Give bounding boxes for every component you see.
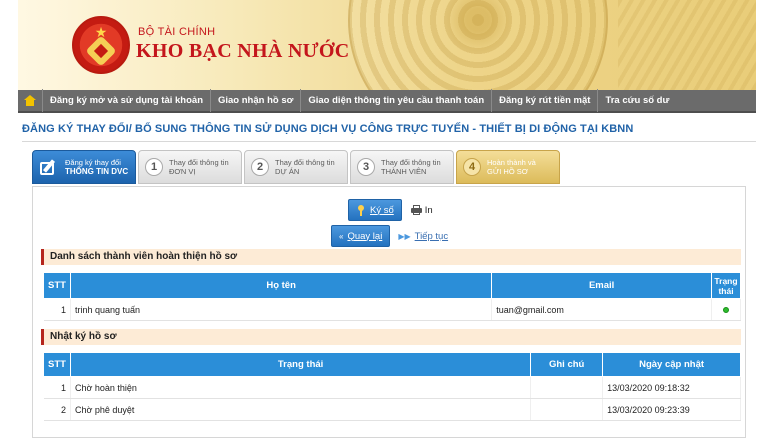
cell-status (711, 298, 741, 321)
main-nav: Đăng ký mở và sử dụng tài khoản Giao nhậ… (18, 89, 756, 113)
step-member-info[interactable]: 3 Thay đổi thông tin THÀNH VIÊN (350, 150, 454, 184)
cell-stt: 1 (43, 298, 71, 321)
treasury-logo[interactable]: ★ (72, 16, 130, 74)
log-section-title: Nhật ký hồ sơ (50, 331, 117, 342)
table-header-row: STT Trạng thái Ghi chú Ngày cập nhật (43, 352, 741, 377)
double-left-arrow-icon: « (339, 231, 344, 241)
members-section-title: Danh sách thành viên hoàn thiện hồ sơ (50, 251, 238, 262)
step-number: 4 (463, 158, 481, 176)
step-sublabel: THÀNH VIÊN (381, 167, 427, 176)
step-label: Thay đổi thông tin (381, 157, 441, 167)
log-table: STT Trạng thái Ghi chú Ngày cập nhật 1 C… (43, 352, 741, 421)
content-panel: Ký số In « Quay lại ▶▶ Tiếp tục Danh sác… (32, 186, 746, 438)
col-status: Trạng thái (711, 272, 741, 299)
table-row[interactable]: 1 Chờ hoàn thiện 13/03/2020 09:18:32 (43, 376, 741, 399)
table-row[interactable]: 1 trinh quang tuấn tuan@gmail.com (43, 298, 741, 321)
nav-item-cash-withdrawal[interactable]: Đăng ký rút tiền mặt (491, 89, 597, 112)
print-button[interactable]: In (410, 204, 433, 216)
print-label: In (424, 204, 433, 216)
divider (22, 141, 756, 142)
step-label: Thay đổi thông tin (275, 157, 335, 167)
col-updated: Ngày cập nhật (602, 352, 741, 377)
header-pattern (618, 0, 756, 90)
sign-label: Ký số (370, 204, 394, 216)
step-number: 3 (357, 158, 375, 176)
step-unit-info[interactable]: 1 Thay đổi thông tin ĐƠN VỊ (138, 150, 242, 184)
members-section-header: Danh sách thành viên hoàn thiện hồ sơ (41, 249, 741, 265)
col-status-l1: Trạng (714, 275, 738, 286)
sign-button[interactable]: Ký số (348, 199, 402, 221)
table-header-row: STT Họ tên Email Trạng thái (43, 272, 741, 299)
next-label: Tiếp tục (414, 230, 449, 242)
step-sublabel: ĐƠN VỊ (169, 167, 196, 176)
back-label: Quay lại (347, 230, 383, 242)
col-status: Trạng thái (69, 352, 532, 377)
cell-updated: 13/03/2020 09:23:39 (602, 398, 741, 421)
col-stt: STT (43, 272, 71, 299)
members-table: STT Họ tên Email Trạng thái 1 trinh quan… (43, 272, 741, 321)
nav-item-documents[interactable]: Giao nhận hồ sơ (210, 89, 300, 112)
col-status-l2: thái (718, 285, 734, 296)
cell-email: tuan@gmail.com (491, 298, 712, 321)
col-name: Họ tên (69, 272, 493, 299)
col-email: Email (491, 272, 712, 299)
page-title: ĐĂNG KÝ THAY ĐỔI/ BỔ SUNG THÔNG TIN SỬ D… (22, 123, 634, 135)
wizard-steps: Đăng ký thay đổi THÔNG TIN DVC 1 Thay đổi… (32, 150, 562, 186)
cell-note (530, 376, 604, 399)
home-button[interactable] (18, 89, 42, 112)
double-right-arrow-icon: ▶▶ (398, 231, 411, 241)
step-label: Thay đổi thông tin (169, 157, 229, 167)
col-stt: STT (43, 352, 71, 377)
step-sublabel: THÔNG TIN DVC (65, 167, 129, 176)
back-button[interactable]: « Quay lại (331, 225, 391, 247)
step-sublabel: GỬI HỒ SƠ (487, 167, 529, 176)
log-section-header: Nhật ký hồ sơ (41, 329, 741, 345)
next-button[interactable]: ▶▶ Tiếp tục (398, 231, 448, 242)
printer-icon (410, 205, 422, 215)
step-number: 1 (145, 158, 163, 176)
nav-item-payment-request[interactable]: Giao diện thông tin yêu cầu thanh toán (300, 89, 491, 112)
step-register-change[interactable]: Đăng ký thay đổi THÔNG TIN DVC (32, 150, 136, 184)
cell-stt: 2 (43, 398, 71, 421)
cell-status: Chờ phê duyệt (70, 398, 532, 421)
step-number: 2 (251, 158, 269, 176)
step-sublabel: DỰ ÁN (275, 167, 300, 176)
cell-stt: 1 (43, 376, 71, 399)
col-note: Ghi chú (530, 352, 604, 377)
cell-note (530, 398, 604, 421)
status-active-icon (723, 306, 729, 313)
ministry-name: BỘ TÀI CHÍNH (138, 26, 216, 38)
action-row-top: Ký số In (348, 199, 433, 221)
site-header: ★ BỘ TÀI CHÍNH KHO BẠC NHÀ NƯỚC (18, 0, 756, 90)
nav-item-balance-lookup[interactable]: Tra cứu số dư (597, 89, 676, 112)
key-icon (356, 204, 366, 216)
step-complete-submit[interactable]: 4 Hoàn thành và GỬI HỒ SƠ (456, 150, 560, 184)
cell-name: trinh quang tuấn (70, 298, 493, 321)
action-row-nav: « Quay lại ▶▶ Tiếp tục (331, 225, 448, 247)
cell-status: Chờ hoàn thiện (70, 376, 532, 399)
step-project-info[interactable]: 2 Thay đổi thông tin DỰ ÁN (244, 150, 348, 184)
home-icon (24, 95, 36, 106)
brand-name: KHO BẠC NHÀ NƯỚC (136, 40, 350, 62)
nav-item-open-account[interactable]: Đăng ký mở và sử dụng tài khoản (42, 89, 210, 112)
edit-icon (39, 158, 59, 176)
step-label: Đăng ký thay đổi (65, 157, 121, 167)
step-label: Hoàn thành và (487, 157, 536, 167)
table-row[interactable]: 2 Chờ phê duyệt 13/03/2020 09:23:39 (43, 398, 741, 421)
cell-updated: 13/03/2020 09:18:32 (602, 376, 741, 399)
